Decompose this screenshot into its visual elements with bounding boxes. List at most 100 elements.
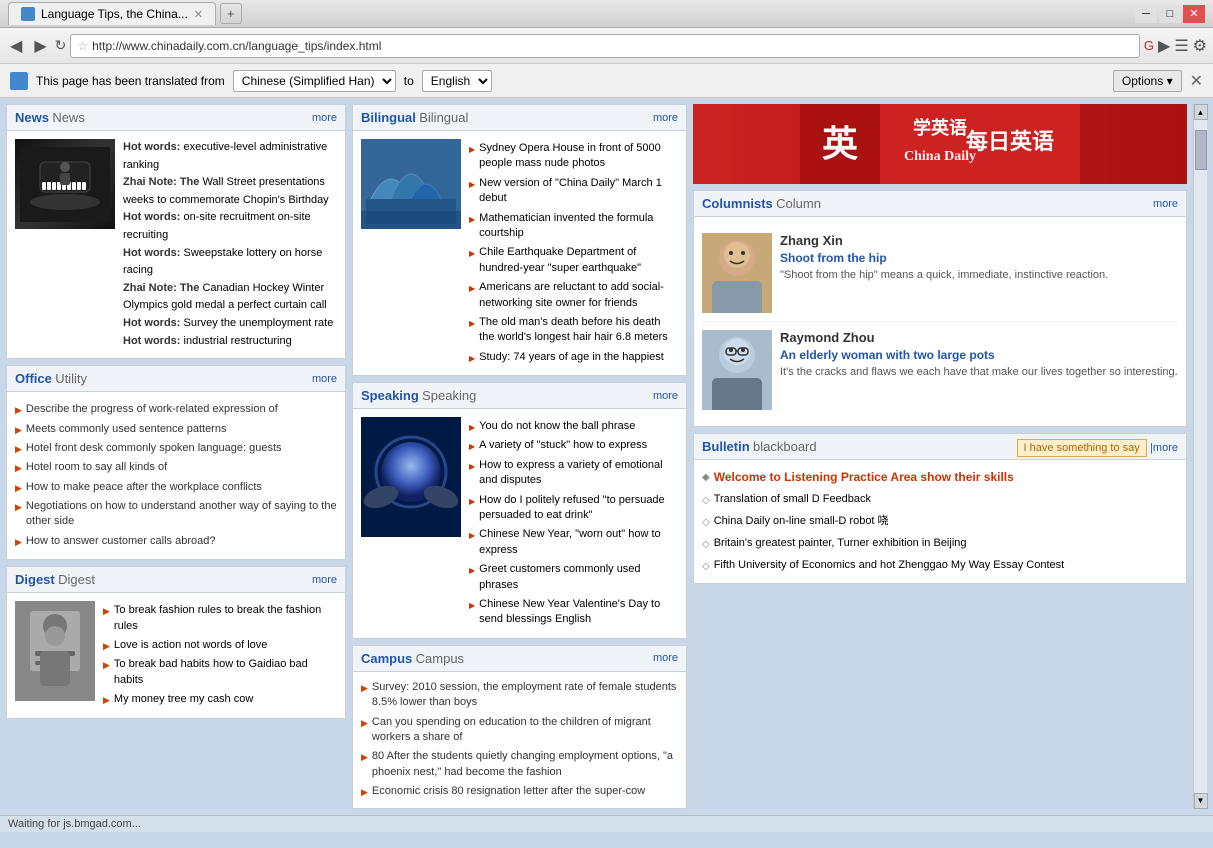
translation-bar: This page has been translated from Chine… [0,64,1213,98]
office-item-6: ▶How to answer customer calls abroad? [15,532,337,551]
news-title: News [15,110,49,125]
tab-title: Language Tips, the China... [41,7,188,21]
bilingual-item-2: ▶Mathematician invented the formula cour… [469,209,678,244]
bilingual-section: Bilingual Bilingual more [352,104,687,376]
columnist-photo-zhang [702,233,772,313]
bulletin-link-0[interactable]: Welcome to Listening Practice Area show … [714,469,1014,486]
scroll-up-button[interactable]: ▲ [1194,104,1208,120]
speaking-item-0: ▶You do not know the ball phrase [469,417,678,436]
scrollbar: ▲ ▼ [1193,104,1207,809]
active-tab[interactable]: Language Tips, the China... ✕ [8,2,216,25]
speaking-section: Speaking Speaking more [352,382,687,639]
columnist-name-raymond: Raymond Zhou [780,330,1178,345]
bilingual-item-6: ▶Study: 74 years of age in the happiest [469,348,678,367]
reload-button[interactable]: ↻ [55,37,67,54]
campus-list: ▶Survey: 2010 session, the employment ra… [353,672,686,808]
news-more-link[interactable]: more [312,112,337,124]
office-bullet-2: ▶ [15,443,22,456]
news-item-0: Hot words: executive-level administrativ… [123,139,337,174]
forward-button[interactable]: ▶ [30,34,50,58]
columnists-subtitle: Column [776,196,821,211]
minimize-button[interactable]: ─ [1135,5,1157,23]
news-subtitle: News [52,110,85,125]
bilingual-bullet-4: ▶ [469,283,475,294]
address-bar[interactable] [92,39,1133,53]
speaking-item-5: ▶Greet customers commonly used phrases [469,560,678,595]
tab-close-button[interactable]: ✕ [194,8,203,21]
bilingual-content: ▶Sydney Opera House in front of 5000 peo… [361,139,678,367]
to-language-select[interactable]: English [422,70,492,92]
bulletin-title: Bulletin [702,439,750,454]
speaking-subtitle: Speaking [422,388,476,403]
window-controls: ─ □ ✕ [1135,5,1205,23]
banner-image: 英 学英语 China Daily 每日英语 [693,104,1187,184]
forward2-button[interactable]: ▶ [1158,36,1170,56]
bulletin-list: ◆ Welcome to Listening Practice Area sho… [694,460,1186,583]
bulletin-icon-2: ◇ [702,516,710,530]
bilingual-bullet-3: ▶ [469,248,475,259]
columnist-info-zhang: Zhang Xin Shoot from the hip "Shoot from… [780,233,1178,313]
bilingual-bullet-1: ▶ [469,179,475,190]
office-section: Office Utility more ▶Describe the progre… [6,365,346,560]
scroll-down-button[interactable]: ▼ [1194,793,1208,809]
campus-item-1: ▶Can you spending on education to the ch… [361,713,678,748]
office-item-3: ▶Hotel room to say all kinds of [15,458,337,477]
speaking-bullet-4: ▶ [469,530,475,541]
digest-arrow-3: ▶ [103,694,110,707]
tab-strip: Language Tips, the China... ✕ + [8,2,1135,25]
bulletin-subtitle: blackboard [753,439,817,454]
bilingual-image [361,139,461,229]
bilingual-item-1: ▶New version of "China Daily" March 1 de… [469,174,678,209]
title-bar: Language Tips, the China... ✕ + ─ □ ✕ [0,0,1213,28]
digest-body: ▶To break fashion rules to break the fas… [7,593,345,717]
news-header: News News more [7,105,345,131]
close-button[interactable]: ✕ [1183,5,1205,23]
office-list: ▶Describe the progress of work-related e… [15,400,337,551]
speaking-bullet-0: ▶ [469,422,475,433]
digest-arrow-1: ▶ [103,640,110,653]
news-image [15,139,115,229]
digest-more-link[interactable]: more [312,574,337,586]
office-bullet-4: ▶ [15,482,22,495]
columnists-more-link[interactable]: more [1153,198,1178,210]
bilingual-bullet-0: ▶ [469,144,475,155]
speaking-title: Speaking [361,388,419,403]
news-item-1: Zhai Note: The Wall Street presentations… [123,174,337,209]
close-translation-bar-button[interactable]: ✕ [1190,71,1203,91]
columnist-name-zhang: Zhang Xin [780,233,1178,248]
from-language-select[interactable]: Chinese (Simplified Han) [233,70,396,92]
digest-item-2: ▶To break bad habits how to Gaidiao bad … [103,655,337,690]
campus-more-link[interactable]: more [653,652,678,664]
scroll-thumb[interactable] [1195,130,1207,170]
options-button[interactable]: Options ▾ [1113,70,1182,92]
browser-window: Language Tips, the China... ✕ + ─ □ ✕ ◀ … [0,0,1213,832]
bilingual-item-5: ▶The old man's death before his death th… [469,313,678,348]
translation-text: This page has been translated from [36,74,225,88]
back-button[interactable]: ◀ [6,34,26,58]
columnist-article-zhang[interactable]: Shoot from the hip [780,251,1178,265]
campus-arrow-0: ▶ [361,682,368,695]
bilingual-more-link[interactable]: more [653,112,678,124]
menu-icon[interactable]: ☰ [1174,36,1188,56]
speaking-more-link[interactable]: more [653,390,678,402]
new-tab-button[interactable]: + [220,3,242,24]
columnist-article-raymond[interactable]: An elderly woman with two large pots [780,348,1178,362]
speaking-list: ▶You do not know the ball phrase ▶A vari… [469,417,678,630]
maximize-button[interactable]: □ [1159,5,1181,23]
star-icon[interactable]: ☆ [77,39,88,53]
office-more-link[interactable]: more [312,373,337,385]
bilingual-bullet-2: ▶ [469,214,475,225]
bulletin-icon-0: ◆ [702,471,710,485]
bilingual-bullet-6: ▶ [469,353,475,364]
page-icon [10,72,28,90]
bulletin-item-2: ◇ China Daily on-line small-D robot 哓 [702,511,1178,533]
news-items: Hot words: executive-level administrativ… [123,139,337,350]
bilingual-item-0: ▶Sydney Opera House in front of 5000 peo… [469,139,678,174]
office-title: Office [15,371,52,386]
digest-content: ▶To break fashion rules to break the fas… [15,601,337,709]
bulletin-more[interactable]: |more [1150,442,1178,454]
settings-icon[interactable]: ⚙ [1193,36,1207,56]
main-layout: News News more [0,98,1213,815]
google-icon[interactable]: G [1144,36,1154,56]
speaking-item-2: ▶How to express a variety of emotional a… [469,456,678,491]
